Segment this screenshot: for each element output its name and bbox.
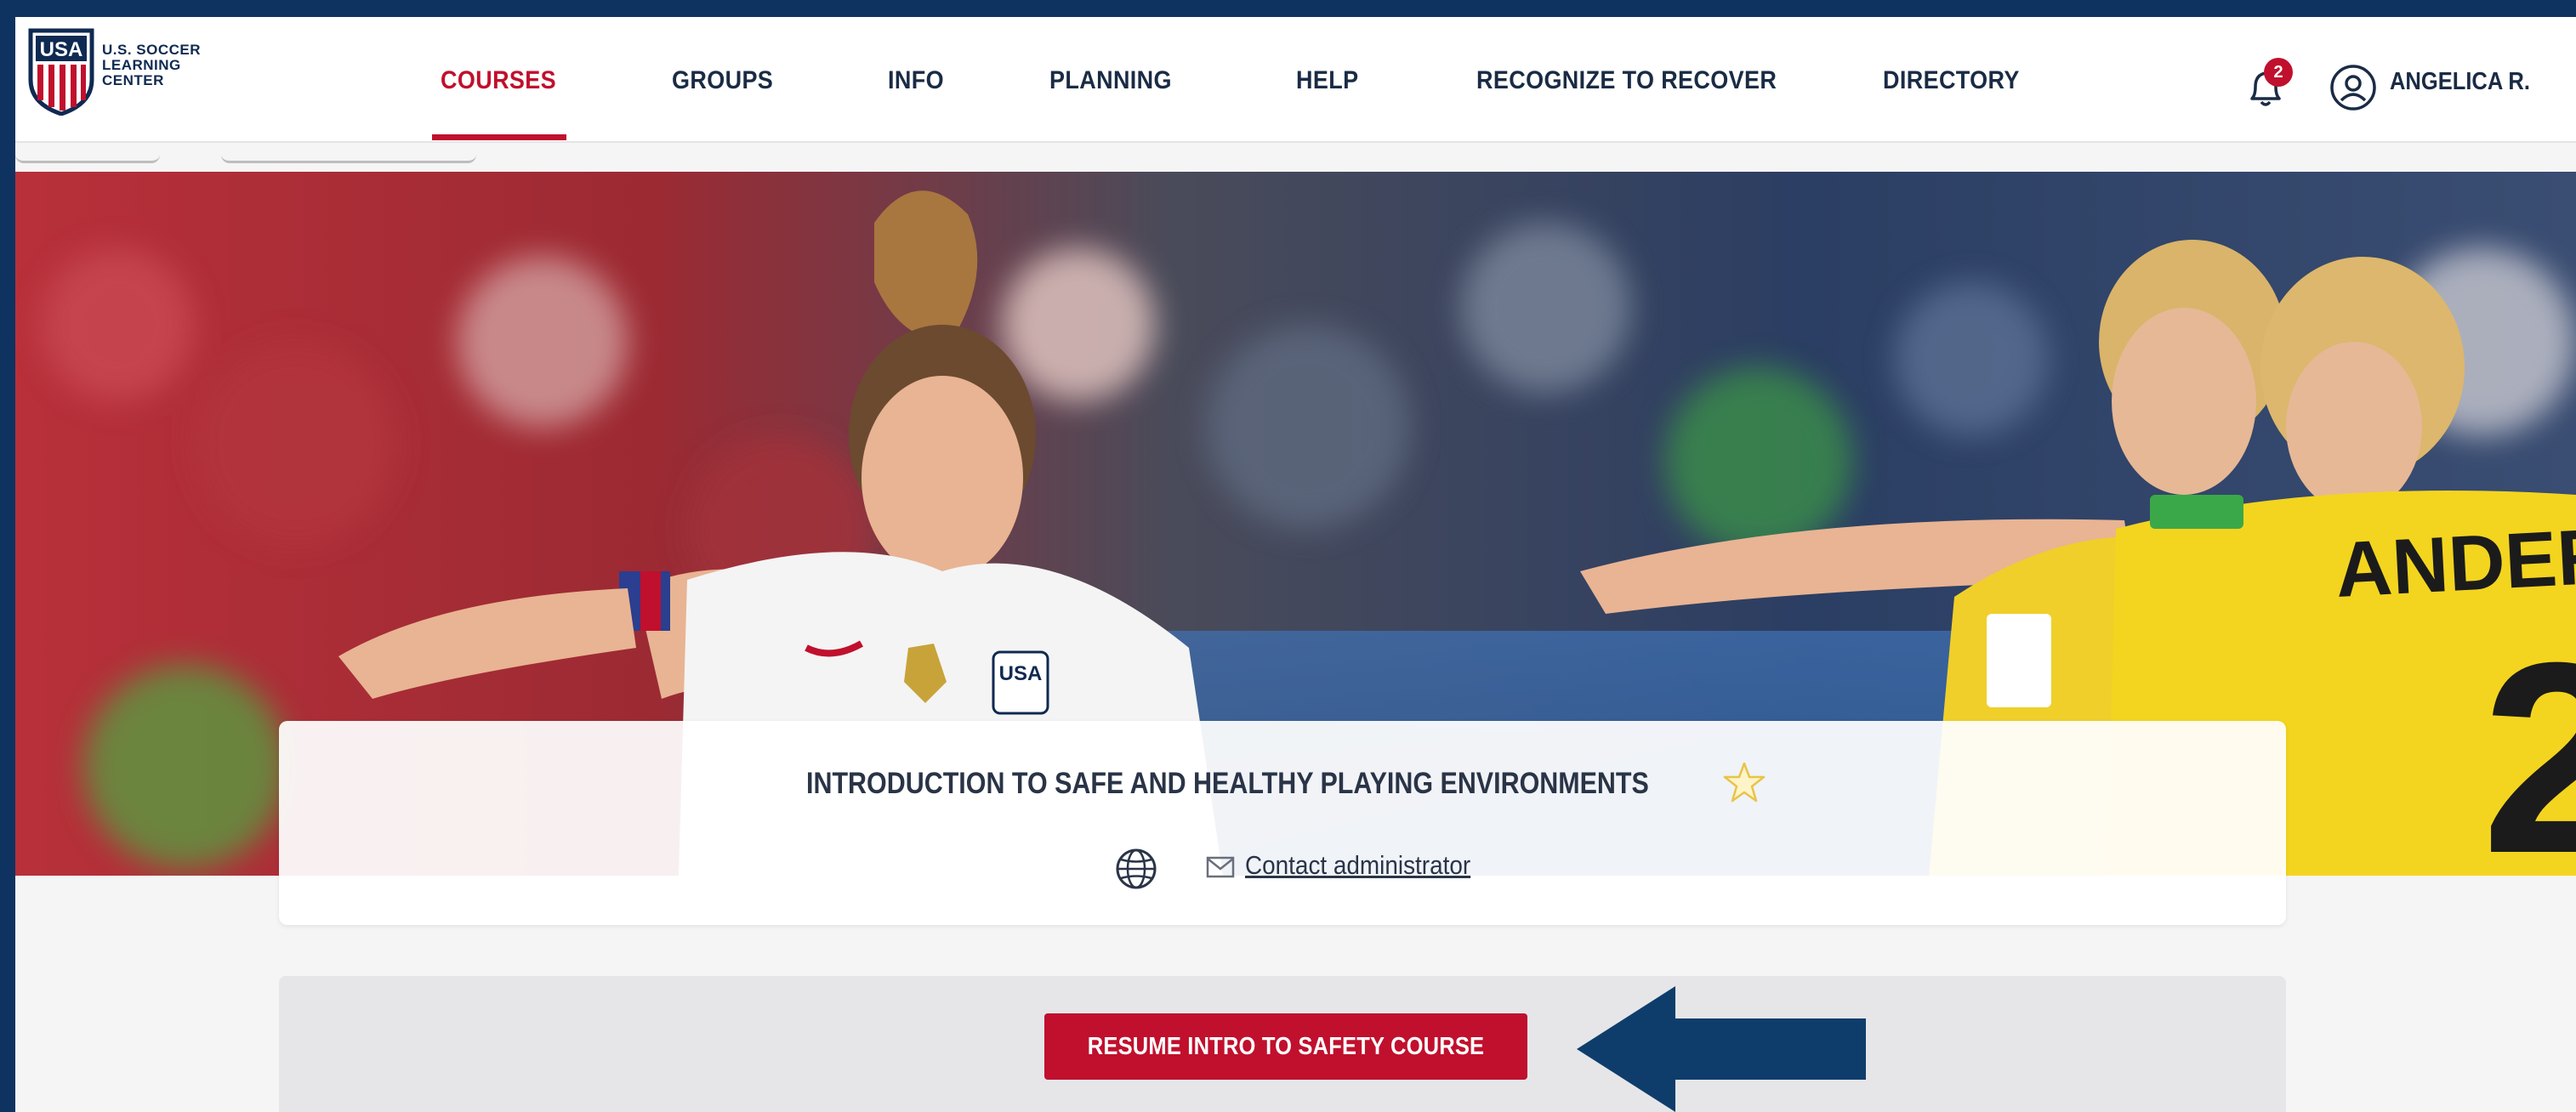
active-tab-indicator bbox=[432, 134, 566, 140]
crest-text: USA bbox=[40, 38, 83, 61]
sub-tab-left bbox=[15, 143, 160, 163]
sub-tab-mid bbox=[221, 143, 476, 163]
us-soccer-logo[interactable]: USA U.S. SOCCER LEARNING CENTER bbox=[27, 27, 214, 121]
course-info-card: INTRODUCTION TO SAFE AND HEALTHY PLAYING… bbox=[279, 721, 2286, 925]
nav-planning[interactable]: PLANNING bbox=[1049, 66, 1172, 100]
logo-text: U.S. SOCCER LEARNING CENTER bbox=[102, 43, 213, 88]
app-window: USA U.S. SOCCER LEARNING CENTER COURSES … bbox=[15, 17, 2576, 1112]
resume-course-button-label: RESUME INTRO TO SAFETY COURSE bbox=[1087, 1032, 1485, 1060]
jersey-number-text: 2 bbox=[2482, 605, 2576, 876]
course-title: INTRODUCTION TO SAFE AND HEALTHY PLAYING… bbox=[806, 767, 1649, 800]
crest-icon: USA bbox=[28, 28, 94, 116]
star-icon[interactable] bbox=[1721, 760, 1767, 806]
jersey-crest-text: USA bbox=[999, 662, 1043, 685]
globe-icon[interactable] bbox=[1114, 847, 1158, 891]
nav-help[interactable]: HELP bbox=[1296, 66, 1358, 100]
notification-badge: 2 bbox=[2264, 58, 2293, 87]
logo-line-2: LEARNING bbox=[102, 57, 181, 73]
top-navigation-bar: USA U.S. SOCCER LEARNING CENTER COURSES … bbox=[15, 17, 2576, 143]
user-name[interactable]: ANGELICA R. bbox=[2390, 68, 2530, 96]
user-avatar-icon[interactable] bbox=[2329, 63, 2378, 112]
mail-icon bbox=[1206, 856, 1235, 878]
annotation-arrow-icon bbox=[1577, 986, 1866, 1112]
nav-groups[interactable]: GROUPS bbox=[672, 66, 773, 100]
nav-info[interactable]: INFO bbox=[888, 66, 944, 100]
nav-directory[interactable]: DIRECTORY bbox=[1883, 66, 2020, 100]
nav-recognize-to-recover[interactable]: RECOGNIZE TO RECOVER bbox=[1476, 66, 1777, 100]
nav-courses[interactable]: COURSES bbox=[441, 66, 556, 100]
logo-line-3: CENTER bbox=[102, 72, 164, 88]
logo-line-1: U.S. SOCCER bbox=[102, 42, 202, 58]
resume-course-button[interactable]: RESUME INTRO TO SAFETY COURSE bbox=[1044, 1013, 1527, 1080]
contact-administrator-link[interactable]: Contact administrator bbox=[1245, 850, 1470, 881]
